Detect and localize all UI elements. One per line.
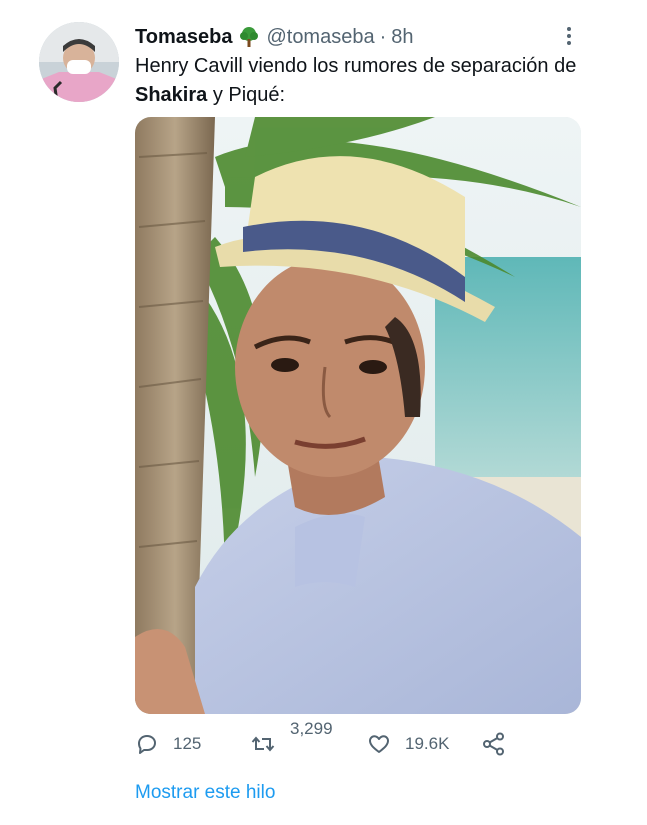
- tweet-text-part1: Henry Cavill viendo los rumores de separ…: [135, 55, 577, 77]
- more-vertical-icon[interactable]: [562, 26, 576, 46]
- like-count: 19.6K: [405, 734, 450, 753]
- retweet-count: 3,299: [290, 719, 333, 738]
- tweet-text-bold[interactable]: Shakira: [135, 84, 207, 106]
- share-button[interactable]: [481, 731, 507, 757]
- show-thread-link[interactable]: Mostrar este hilo: [135, 782, 275, 804]
- avatar[interactable]: [39, 22, 119, 102]
- tweet-text-part2: y Piqué:: [207, 84, 286, 106]
- reply-count: 125: [173, 734, 202, 753]
- retweet-icon: [250, 732, 276, 756]
- like-button[interactable]: 19.6K: [367, 732, 449, 756]
- tweet-text: Henry Cavill viendo los rumores de separ…: [135, 52, 605, 110]
- share-icon: [481, 731, 507, 757]
- display-name[interactable]: Tomaseba: [135, 26, 232, 49]
- tree-icon: [238, 26, 260, 48]
- tweet-photo[interactable]: [135, 117, 581, 714]
- tweet[interactable]: Tomaseba @tomaseba · 8h Henry Cavill vie…: [0, 0, 647, 825]
- retweet-button[interactable]: [250, 732, 276, 756]
- tweet-time[interactable]: 8h: [391, 26, 413, 49]
- tweet-actions: 125 3,299 19.6K: [135, 719, 535, 765]
- separator-dot: ·: [379, 25, 387, 48]
- reply-icon: [135, 732, 159, 756]
- user-handle[interactable]: @tomaseba: [266, 26, 374, 49]
- reply-button[interactable]: 125: [135, 732, 201, 756]
- heart-icon: [367, 732, 391, 756]
- tweet-header: Tomaseba @tomaseba · 8h: [135, 25, 414, 49]
